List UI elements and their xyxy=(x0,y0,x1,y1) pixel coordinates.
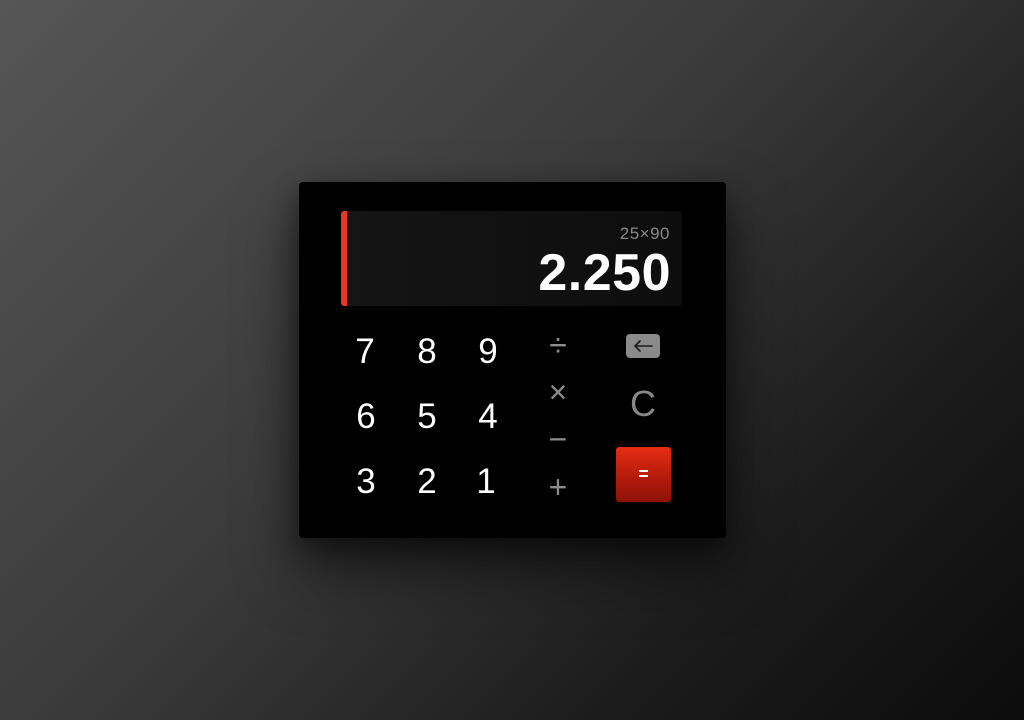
clear-button[interactable]: C xyxy=(621,382,665,426)
digit-6-button[interactable]: 6 xyxy=(341,392,391,442)
equals-button[interactable]: = xyxy=(616,447,671,502)
display-accent-bar xyxy=(341,211,347,306)
backspace-button[interactable] xyxy=(626,334,660,358)
expression-text: 25×90 xyxy=(619,224,670,243)
digit-1-button[interactable]: 1 xyxy=(461,457,511,507)
digit-3-button[interactable]: 3 xyxy=(341,457,391,507)
digit-8-button[interactable]: 8 xyxy=(402,327,452,377)
calculator-display: 25×90 2.250 xyxy=(341,211,682,306)
add-button[interactable]: + xyxy=(536,465,580,509)
result-value: 2.250 xyxy=(538,244,671,302)
digit-5-button[interactable]: 5 xyxy=(402,392,452,442)
digit-2-button[interactable]: 2 xyxy=(402,457,452,507)
multiply-button[interactable]: × xyxy=(536,370,580,414)
digit-4-button[interactable]: 4 xyxy=(463,392,513,442)
digit-7-button[interactable]: 7 xyxy=(340,327,390,377)
divide-button[interactable]: ÷ xyxy=(536,323,580,367)
subtract-button[interactable]: − xyxy=(536,417,580,461)
digit-9-button[interactable]: 9 xyxy=(463,327,513,377)
calculator-window: 25×90 2.250 7 8 9 6 5 4 3 2 1 ÷ × − + C … xyxy=(299,182,726,538)
backspace-arrow-left-icon xyxy=(632,339,654,353)
